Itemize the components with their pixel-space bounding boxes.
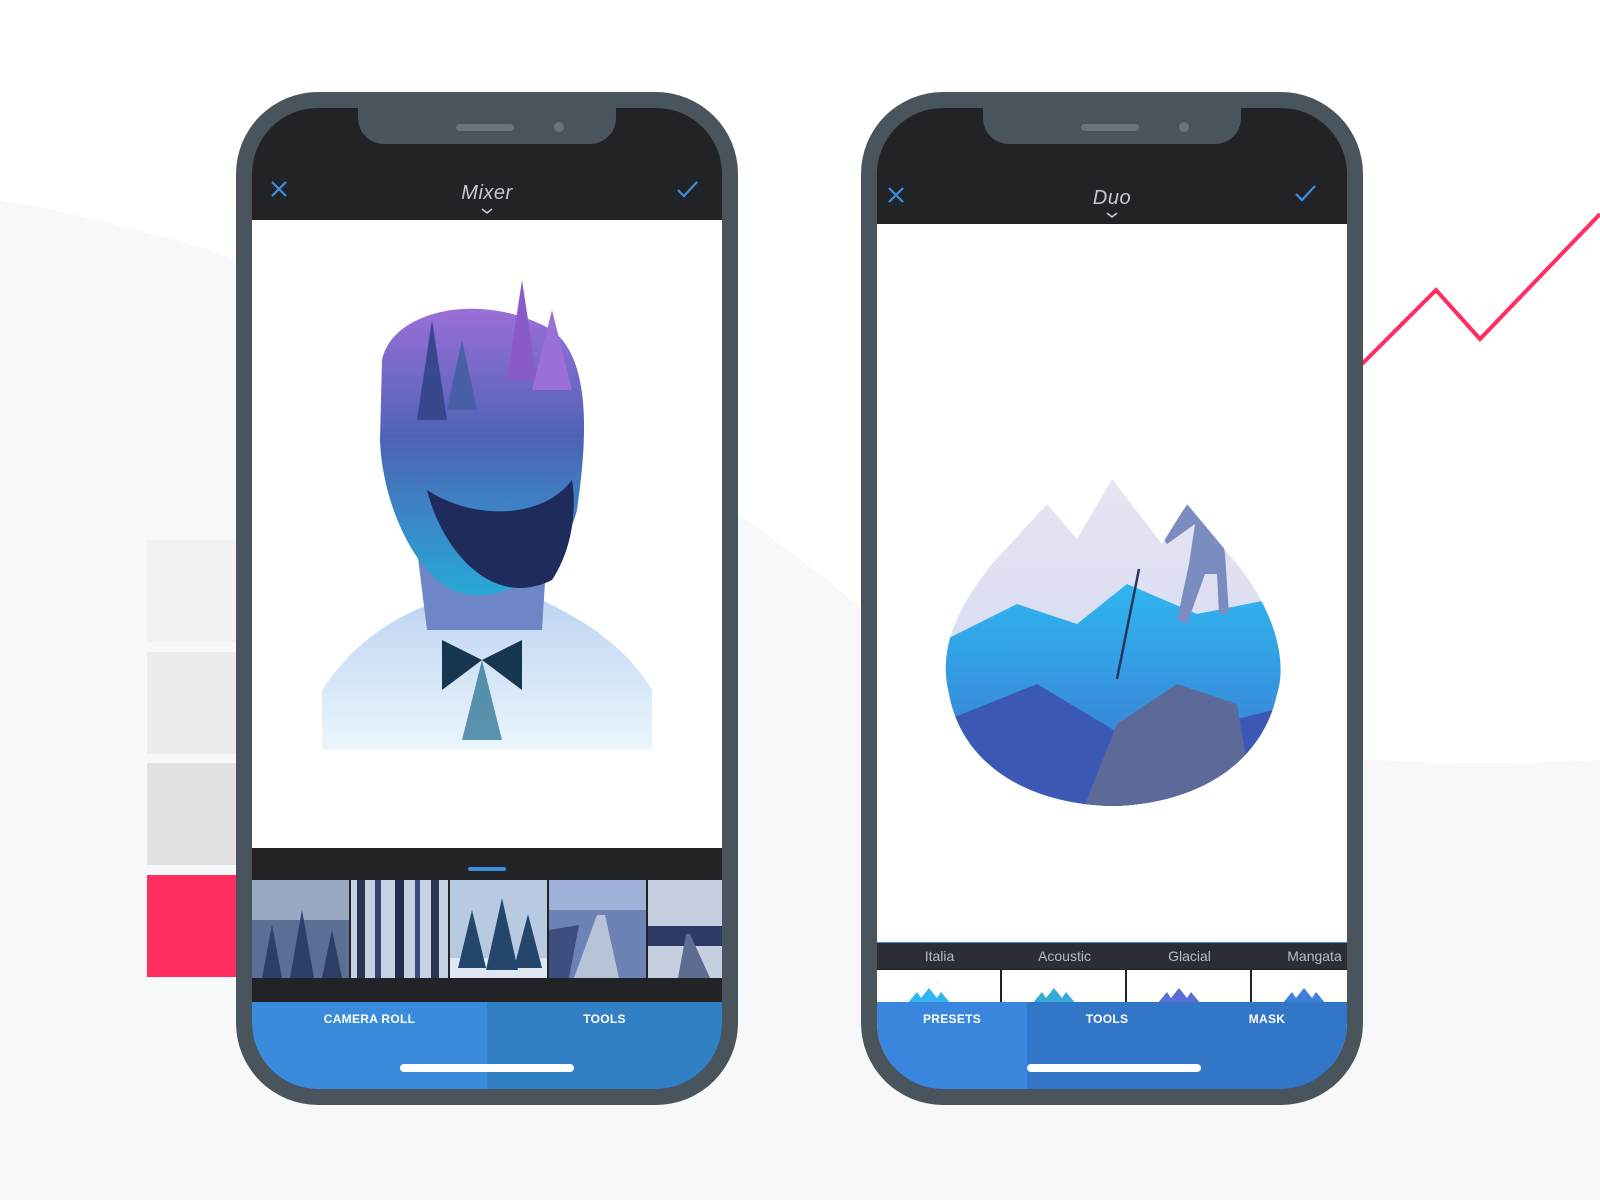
home-indicator[interactable] xyxy=(400,1064,574,1072)
trend-line xyxy=(1360,212,1600,366)
thumbnail-road[interactable] xyxy=(648,880,722,978)
chevron-down-icon xyxy=(1106,212,1118,219)
tab-label: PRESETS xyxy=(922,1012,982,1026)
thumbnail-pine-trees[interactable] xyxy=(450,880,547,978)
duo-mask-image xyxy=(945,479,1281,806)
top-bar: Duo xyxy=(877,108,1347,219)
preset-label: Mangata xyxy=(1252,943,1347,969)
tab-label: MASK xyxy=(1248,1012,1286,1026)
screen-duo: Duo Italia Acoustic Glacial Mangata PRES… xyxy=(877,108,1347,1089)
preset-label: Acoustic xyxy=(1002,943,1127,969)
thumbnail-foggy-forest[interactable] xyxy=(252,880,349,978)
front-camera xyxy=(1179,122,1189,132)
foggy-forest-image xyxy=(252,880,349,978)
close-icon xyxy=(888,187,904,203)
page-title[interactable]: Duo xyxy=(1012,187,1212,210)
front-camera xyxy=(554,122,564,132)
preset-label: Glacial xyxy=(1127,943,1252,969)
notch xyxy=(983,108,1241,144)
double-exposure-portrait xyxy=(322,280,652,750)
checkmark-icon xyxy=(1295,185,1316,202)
tab-tools[interactable]: TOOLS xyxy=(487,1002,722,1089)
close-button[interactable] xyxy=(881,180,911,210)
top-bar: Mixer xyxy=(252,108,722,218)
thumbnail-boardwalk[interactable] xyxy=(549,880,646,978)
edit-canvas[interactable] xyxy=(877,224,1347,942)
tab-label: CAMERA ROLL xyxy=(323,1012,416,1026)
confirm-button[interactable] xyxy=(672,174,702,204)
checkmark-icon xyxy=(677,181,698,198)
bottom-tab-bar: CAMERA ROLL TOOLS xyxy=(252,1002,722,1089)
preset-label: Italia xyxy=(877,943,1002,969)
edit-canvas[interactable] xyxy=(252,220,722,848)
chevron-down-icon xyxy=(481,208,493,215)
bottom-tab-bar: PRESETS TOOLS MASK xyxy=(877,1002,1347,1089)
speaker xyxy=(456,124,514,131)
speaker xyxy=(1081,124,1139,131)
tab-label: TOOLS xyxy=(1085,1012,1129,1026)
tree-trunks-image xyxy=(351,880,448,978)
confirm-button[interactable] xyxy=(1290,178,1320,208)
pine-trees-image xyxy=(450,880,547,978)
thumbnail-tree-trunks[interactable] xyxy=(351,880,448,978)
screen-mixer: Mixer CAMERA ROLL TOOLS xyxy=(252,108,722,1089)
phone-mixer: Mixer CAMERA ROLL TOOLS xyxy=(236,92,738,1105)
tab-mask[interactable]: MASK xyxy=(1187,1002,1347,1089)
notch xyxy=(358,108,616,144)
tab-label: TOOLS xyxy=(583,1012,626,1026)
drawer-handle[interactable] xyxy=(468,867,506,871)
road-image xyxy=(648,880,722,978)
camera-roll-strip xyxy=(252,880,722,978)
page-title[interactable]: Mixer xyxy=(387,182,587,205)
tab-tools[interactable]: TOOLS xyxy=(1027,1002,1187,1089)
home-indicator[interactable] xyxy=(1027,1064,1201,1072)
boardwalk-image xyxy=(549,880,646,978)
tab-presets[interactable]: PRESETS xyxy=(877,1002,1027,1089)
tab-camera-roll[interactable]: CAMERA ROLL xyxy=(252,1002,487,1089)
close-button[interactable] xyxy=(264,174,294,204)
phone-duo: Duo Italia Acoustic Glacial Mangata PRES… xyxy=(861,92,1363,1105)
close-icon xyxy=(271,181,287,197)
